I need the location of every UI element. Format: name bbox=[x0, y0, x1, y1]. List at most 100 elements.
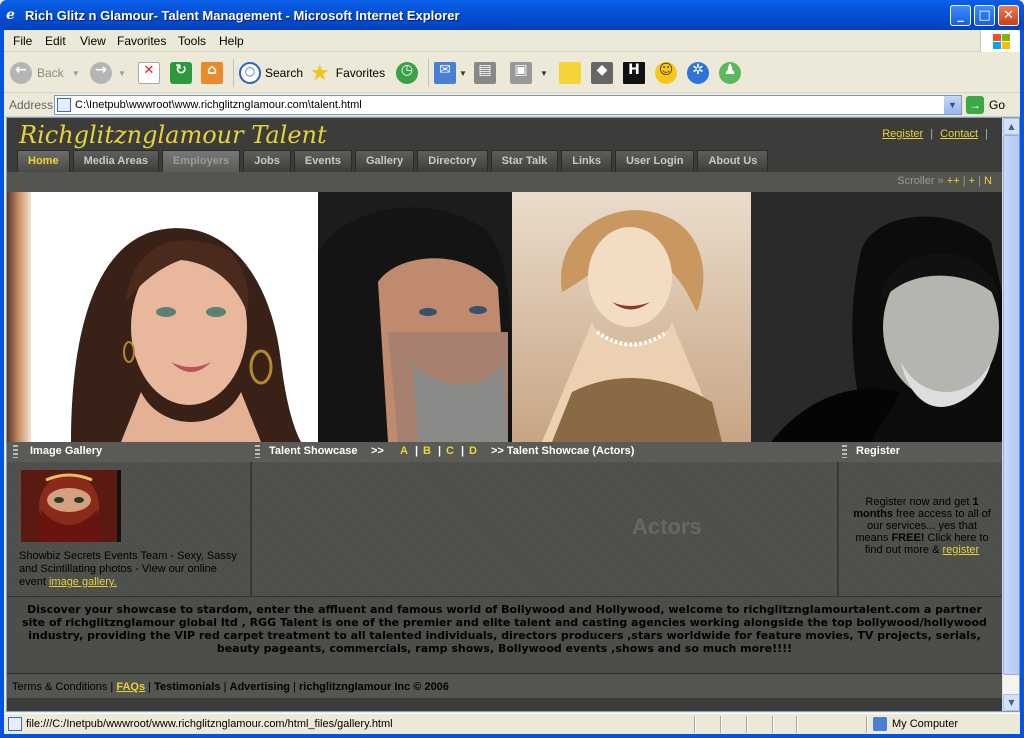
vertical-scrollbar[interactable]: ▲ ▼ bbox=[1002, 118, 1019, 711]
nav-star-talk[interactable]: Star Talk bbox=[490, 150, 559, 172]
discuss-button[interactable] bbox=[559, 61, 581, 85]
status-text: file:///C:/Inetpub/wwwroot/www.richglitz… bbox=[26, 718, 393, 730]
scroll-down-icon[interactable]: ▼ bbox=[1003, 694, 1019, 711]
menu-favorites[interactable]: Favorites bbox=[117, 34, 166, 48]
showcase-letter-a[interactable]: A bbox=[400, 445, 408, 457]
scroll-up-icon[interactable]: ▲ bbox=[1003, 118, 1019, 135]
copyright: richglitzngIamour Inc © 2006 bbox=[299, 681, 449, 693]
address-url: C:\Inetpub\wwwroot\www.richglitzngIamour… bbox=[75, 99, 362, 111]
home-icon: ⌂ bbox=[201, 62, 223, 84]
edit-dropdown-icon[interactable]: ▼ bbox=[540, 69, 548, 78]
search-icon: ○ bbox=[239, 62, 261, 84]
showcase-letter-d[interactable]: D bbox=[469, 445, 477, 457]
menu-help[interactable]: Help bbox=[219, 34, 244, 48]
mail-dropdown-icon[interactable]: ▼ bbox=[459, 69, 467, 78]
register-panel-link[interactable]: register bbox=[942, 544, 979, 556]
browser-frame: File Edit View Favorites Tools Help ← Ba… bbox=[4, 30, 1020, 734]
edit-button[interactable]: ▣ ▼ bbox=[510, 61, 548, 85]
nav-employers[interactable]: Employers bbox=[161, 150, 241, 172]
register-link[interactable]: Register bbox=[882, 128, 923, 140]
menu-tools[interactable]: Tools bbox=[178, 34, 206, 48]
talent-showcase-heading: Talent Showcase bbox=[269, 445, 358, 457]
research-button[interactable]: ◆ bbox=[591, 61, 613, 85]
search-button[interactable]: ○ Search bbox=[239, 61, 303, 85]
nav-about-us[interactable]: About Us bbox=[697, 150, 769, 172]
photo-actor-hood[interactable] bbox=[318, 192, 512, 442]
go-button[interactable]: → Go bbox=[966, 96, 1005, 114]
settings-button[interactable]: ✲ bbox=[687, 61, 709, 85]
address-input[interactable]: C:\Inetpub\wwwroot\www.richglitzngIamour… bbox=[54, 95, 962, 115]
menu-edit[interactable]: Edit bbox=[45, 34, 66, 48]
favorites-button[interactable]: ★ Favorites bbox=[310, 61, 385, 85]
back-button[interactable]: ← Back ▼ bbox=[10, 61, 80, 85]
nav-home[interactable]: Home bbox=[17, 150, 70, 172]
minimize-button[interactable]: _ bbox=[950, 5, 971, 26]
maximize-button[interactable]: □ bbox=[974, 5, 995, 26]
refresh-button[interactable]: ↻ bbox=[170, 61, 192, 85]
stop-button[interactable]: ✕ bbox=[138, 61, 160, 85]
address-dropdown-icon[interactable]: ▼ bbox=[944, 96, 961, 114]
menu-file[interactable]: File bbox=[13, 34, 32, 48]
forward-button[interactable]: → ▼ bbox=[90, 61, 126, 85]
research-icon: ◆ bbox=[591, 62, 613, 84]
showcase-letter-b[interactable]: B bbox=[423, 445, 431, 457]
testimonials-link[interactable]: Testimonials bbox=[154, 681, 220, 693]
smiley-icon: ☺ bbox=[655, 62, 677, 84]
menu-view[interactable]: View bbox=[80, 34, 106, 48]
nav-links[interactable]: Links bbox=[561, 150, 612, 172]
status-bar: file:///C:/Inetpub/wwwroot/www.richglitz… bbox=[4, 713, 1020, 734]
nav-jobs[interactable]: Jobs bbox=[243, 150, 291, 172]
browser-window: e Rich Glitz n Glamour- Talent Managemen… bbox=[0, 0, 1024, 738]
h-logo-icon: H bbox=[623, 62, 645, 84]
image-gallery-link[interactable]: image gallery. bbox=[49, 576, 117, 588]
stop-icon: ✕ bbox=[138, 62, 160, 84]
print-button[interactable]: ▤ bbox=[474, 61, 496, 85]
back-dropdown-icon[interactable]: ▼ bbox=[72, 69, 80, 78]
window-title: Rich Glitz n Glamour- Talent Management … bbox=[25, 8, 460, 23]
menu-bar: File Edit View Favorites Tools Help bbox=[4, 30, 1020, 52]
history-icon: ◷ bbox=[396, 62, 418, 84]
h-button[interactable]: H bbox=[623, 61, 645, 85]
talent-showcase-panel: Actors bbox=[251, 462, 838, 596]
forward-dropdown-icon[interactable]: ▼ bbox=[118, 69, 126, 78]
gallery-thumbnail[interactable] bbox=[21, 470, 121, 542]
advertising-link[interactable]: Advertising bbox=[230, 681, 291, 693]
nav-directory[interactable]: Directory bbox=[417, 150, 488, 172]
gear-icon: ✲ bbox=[687, 62, 709, 84]
nav-media-areas[interactable]: Media Areas bbox=[72, 150, 159, 172]
scroll-thumb[interactable] bbox=[1003, 135, 1019, 675]
register-heading: Register bbox=[856, 445, 901, 457]
edit-page-icon: ▣ bbox=[510, 62, 532, 84]
history-button[interactable]: ◷ bbox=[396, 61, 418, 85]
grip-icon bbox=[255, 445, 260, 458]
messenger-smiley-button[interactable]: ☺ bbox=[655, 61, 677, 85]
photo-actress[interactable] bbox=[31, 192, 318, 442]
nav-events[interactable]: Events bbox=[293, 150, 352, 172]
messenger-button[interactable]: ♟ bbox=[719, 61, 741, 85]
contact-link[interactable]: Contact bbox=[940, 128, 978, 140]
section-headers: Image Gallery Talent Showcase >> A | B |… bbox=[7, 442, 1002, 462]
scroller-plus[interactable]: + bbox=[969, 175, 975, 187]
top-links: Register | Contact | bbox=[882, 128, 988, 140]
close-button[interactable]: ✕ bbox=[998, 5, 1019, 26]
page-icon bbox=[57, 98, 71, 112]
actors-heading: >> Talent Showcae (Actors) bbox=[491, 445, 635, 457]
nav-gallery[interactable]: Gallery bbox=[354, 150, 415, 172]
messenger-icon: ♟ bbox=[719, 62, 741, 84]
photo-actress-vintage[interactable] bbox=[512, 192, 751, 442]
scroller-fast[interactable]: ++ bbox=[947, 175, 960, 187]
favorites-label: Favorites bbox=[335, 66, 386, 80]
showcase-letter-c[interactable]: C bbox=[446, 445, 454, 457]
site-logo[interactable]: Richglitznglamour Talent bbox=[19, 121, 327, 149]
photo-partial[interactable] bbox=[7, 192, 31, 442]
mail-button[interactable]: ✉ ▼ bbox=[434, 61, 467, 85]
home-button[interactable]: ⌂ bbox=[201, 61, 223, 85]
scroller-next[interactable]: N bbox=[984, 175, 992, 187]
nav-user-login[interactable]: User Login bbox=[614, 150, 695, 172]
terms-link[interactable]: Terms & Conditions bbox=[12, 681, 107, 693]
title-bar[interactable]: e Rich Glitz n Glamour- Talent Managemen… bbox=[0, 0, 1024, 30]
windows-logo-icon bbox=[980, 30, 1020, 52]
back-label: Back bbox=[37, 66, 64, 80]
faqs-link[interactable]: FAQs bbox=[116, 681, 145, 693]
photo-actor-bw[interactable] bbox=[751, 192, 1002, 442]
